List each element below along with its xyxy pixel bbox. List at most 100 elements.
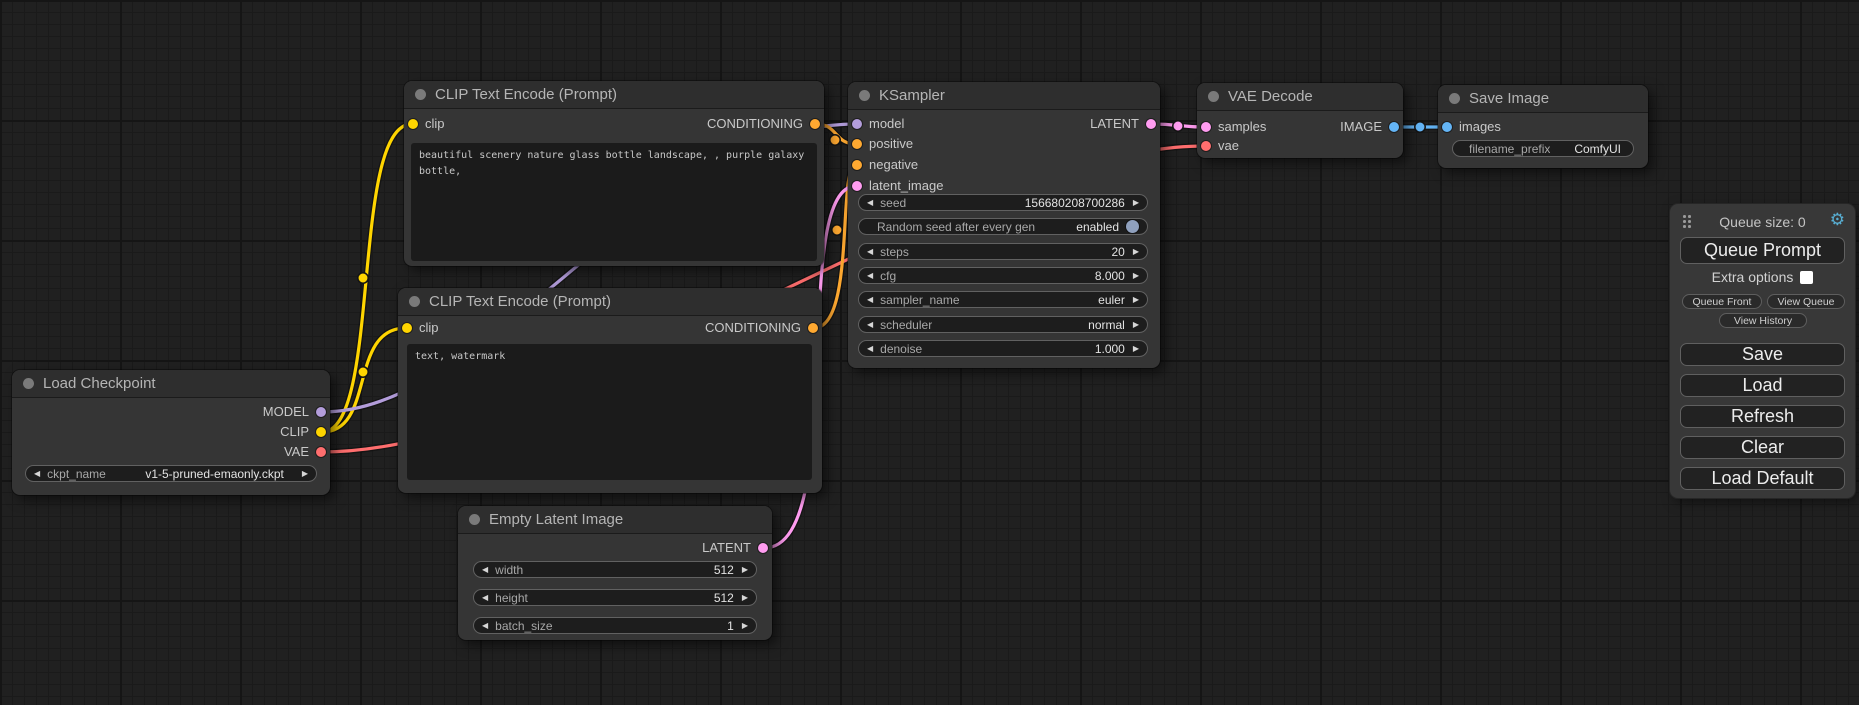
load-default-button[interactable]: Load Default [1680,467,1845,490]
node-title-bar[interactable]: Save Image [1438,85,1648,113]
batch-size-widget[interactable]: ◀ batch_size 1 ▶ [473,617,757,634]
node-title-bar[interactable]: KSampler [848,82,1160,110]
output-slot-latent: LATENT [702,540,768,556]
slot-label: images [1459,119,1501,135]
steps-widget[interactable]: ◀ steps 20 ▶ [858,243,1148,260]
clip-slot-dot[interactable] [402,323,412,333]
decrement-arrow-icon[interactable]: ◀ [867,248,873,256]
node-collapse-dot-icon[interactable] [1449,93,1460,104]
denoise-widget[interactable]: ◀ denoise 1.000 ▶ [858,340,1148,357]
node-collapse-dot-icon[interactable] [469,514,480,525]
seed-widget[interactable]: ◀ seed 156680208700286 ▶ [858,194,1148,211]
slot-label: CONDITIONING [707,116,803,132]
latent-slot-dot[interactable] [1201,122,1211,132]
widget-label: scheduler [880,318,932,332]
height-widget[interactable]: ◀ height 512 ▶ [473,589,757,606]
increment-arrow-icon[interactable]: ▶ [1133,248,1139,256]
node-collapse-dot-icon[interactable] [415,89,426,100]
increment-arrow-icon[interactable]: ▶ [742,622,748,630]
node-load-checkpoint: Load Checkpoint MODEL CLIP VAE ◀ ckpt_na… [12,370,330,495]
latent-slot-dot[interactable] [1146,119,1156,129]
widget-label: denoise [880,342,922,356]
image-slot-dot[interactable] [1442,122,1452,132]
save-button[interactable]: Save [1680,343,1845,366]
clip-slot-dot[interactable] [316,427,326,437]
clear-button[interactable]: Clear [1680,436,1845,459]
input-slot-negative: negative [852,157,918,173]
increment-arrow-icon[interactable]: ▶ [742,566,748,574]
node-title-bar[interactable]: CLIP Text Encode (Prompt) [398,288,822,316]
decrement-arrow-icon[interactable]: ◀ [34,470,40,478]
decrement-arrow-icon[interactable]: ◀ [867,296,873,304]
toggle-on-icon[interactable] [1126,220,1139,233]
node-title-bar[interactable]: Empty Latent Image [458,506,772,534]
view-queue-button[interactable]: View Queue [1767,294,1845,309]
load-button[interactable]: Load [1680,374,1845,397]
node-collapse-dot-icon[interactable] [1208,91,1219,102]
sampler-name-widget[interactable]: ◀ sampler_name euler ▶ [858,291,1148,308]
widget-label: seed [880,196,906,210]
image-slot-dot[interactable] [1389,122,1399,132]
queue-front-button[interactable]: Queue Front [1682,294,1762,309]
decrement-arrow-icon[interactable]: ◀ [482,594,488,602]
node-ksampler: KSampler model positive negative latent_… [848,82,1160,368]
latent-slot-dot[interactable] [852,181,862,191]
view-history-button[interactable]: View History [1719,313,1807,328]
filename-prefix-widget[interactable]: filename_prefix ComfyUI [1452,140,1634,157]
ckpt-name-widget[interactable]: ◀ ckpt_name v1-5-pruned-emaonly.ckpt ▶ [25,465,317,482]
node-title-bar[interactable]: VAE Decode [1197,83,1403,111]
node-collapse-dot-icon[interactable] [23,378,34,389]
increment-arrow-icon[interactable]: ▶ [1133,345,1139,353]
refresh-button[interactable]: Refresh [1680,405,1845,428]
extra-options-checkbox[interactable] [1800,271,1813,284]
conditioning-slot-dot[interactable] [852,139,862,149]
node-title: Load Checkpoint [43,375,156,392]
decrement-arrow-icon[interactable]: ◀ [482,566,488,574]
width-widget[interactable]: ◀ width 512 ▶ [473,561,757,578]
scheduler-widget[interactable]: ◀ scheduler normal ▶ [858,316,1148,333]
decrement-arrow-icon[interactable]: ◀ [867,345,873,353]
settings-gear-icon[interactable]: ⚙ [1830,210,1845,230]
conditioning-slot-dot[interactable] [852,160,862,170]
widget-value: v1-5-pruned-emaonly.ckpt [137,467,284,481]
clip-slot-dot[interactable] [408,119,418,129]
vae-slot-dot[interactable] [1201,141,1211,151]
output-slot-vae: VAE [284,444,326,460]
node-canvas[interactable]: Load Checkpoint MODEL CLIP VAE ◀ ckpt_na… [0,0,1859,705]
node-collapse-dot-icon[interactable] [409,296,420,307]
positive-prompt-input[interactable]: beautiful scenery nature glass bottle la… [411,143,817,261]
input-slot-samples: samples [1201,119,1266,135]
decrement-arrow-icon[interactable]: ◀ [867,321,873,329]
negative-prompt-input[interactable]: text, watermark [407,344,812,480]
increment-arrow-icon[interactable]: ▶ [1133,296,1139,304]
cfg-widget[interactable]: ◀ cfg 8.000 ▶ [858,267,1148,284]
queue-prompt-button[interactable]: Queue Prompt [1680,237,1845,264]
node-clip-text-encode-positive: CLIP Text Encode (Prompt) clip CONDITION… [404,81,824,266]
input-slot-clip: clip [402,320,439,336]
conditioning-slot-dot[interactable] [810,119,820,129]
output-slot-clip: CLIP [280,424,326,440]
node-title-bar[interactable]: CLIP Text Encode (Prompt) [404,81,824,109]
output-slot-image: IMAGE [1340,119,1399,135]
increment-arrow-icon[interactable]: ▶ [302,470,308,478]
vae-slot-dot[interactable] [316,447,326,457]
random-seed-toggle-widget[interactable]: Random seed after every gen enabled [858,218,1148,235]
increment-arrow-icon[interactable]: ▶ [1133,199,1139,207]
node-title-bar[interactable]: Load Checkpoint [12,370,330,398]
latent-slot-dot[interactable] [758,543,768,553]
widget-label: ckpt_name [47,467,106,481]
decrement-arrow-icon[interactable]: ◀ [482,622,488,630]
model-slot-dot[interactable] [852,119,862,129]
decrement-arrow-icon[interactable]: ◀ [867,272,873,280]
input-slot-positive: positive [852,136,913,152]
model-slot-dot[interactable] [316,407,326,417]
slot-label: clip [425,116,445,132]
slot-label: clip [419,320,439,336]
increment-arrow-icon[interactable]: ▶ [742,594,748,602]
increment-arrow-icon[interactable]: ▶ [1133,321,1139,329]
slot-label: VAE [284,444,309,460]
increment-arrow-icon[interactable]: ▶ [1133,272,1139,280]
decrement-arrow-icon[interactable]: ◀ [867,199,873,207]
conditioning-slot-dot[interactable] [808,323,818,333]
node-collapse-dot-icon[interactable] [859,90,870,101]
